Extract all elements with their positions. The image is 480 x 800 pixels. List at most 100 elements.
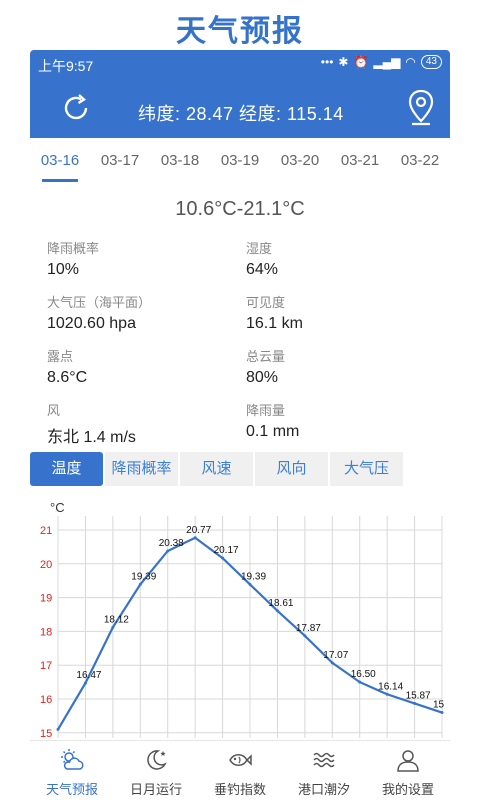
detail-visibility: 可见度 16.1 km <box>246 292 446 333</box>
nav-label: 垂钓指数 <box>213 782 266 797</box>
detail-label: 总云量 <box>246 349 286 364</box>
y-tick-label: 15 <box>40 728 52 738</box>
tab-date-7[interactable]: 03-22 <box>390 138 450 184</box>
detail-dew-point: 露点 8.6°C <box>47 346 247 387</box>
nav-settings[interactable]: 我的设置 <box>366 741 450 800</box>
nav-label: 天气预报 <box>45 782 98 797</box>
moon-icon <box>147 750 167 770</box>
tab-date-6[interactable]: 03-21 <box>330 138 390 184</box>
status-icons: ••• ✱ ⏰ ▂▄▆ ◠ 43 <box>321 55 442 69</box>
status-bar: 上午9:57 ••• ✱ ⏰ ▂▄▆ ◠ 43 <box>30 50 450 76</box>
y-axis-unit: °C <box>50 500 65 515</box>
wifi-icon: ◠ <box>405 55 416 69</box>
data-point <box>413 701 417 705</box>
tab-date-2[interactable]: 03-17 <box>90 138 150 184</box>
y-tick-label: 17 <box>40 660 52 672</box>
nav-fishing[interactable]: 垂钓指数 <box>198 741 282 800</box>
nav-label: 日月运行 <box>129 782 182 797</box>
data-point <box>385 692 389 696</box>
detail-cloud-cover: 总云量 80% <box>246 346 446 387</box>
tab-date-5[interactable]: 03-20 <box>270 138 330 184</box>
data-point <box>221 556 225 560</box>
data-point <box>111 625 115 629</box>
tab-date-1[interactable]: 03-16 <box>30 138 90 184</box>
fish-icon <box>229 754 252 766</box>
data-label: 16.14 <box>378 681 403 692</box>
tab-date-3[interactable]: 03-18 <box>150 138 210 184</box>
nav-sun-moon[interactable]: 日月运行 <box>114 741 198 800</box>
detail-value: 0.1 mm <box>246 423 300 440</box>
data-label: 17.07 <box>323 650 348 661</box>
y-tick-label: 16 <box>40 694 52 706</box>
tab-wind-direction[interactable]: 风向 <box>255 452 328 486</box>
data-label: 20.38 <box>159 538 184 549</box>
data-point <box>166 549 170 553</box>
nav-label: 我的设置 <box>381 782 434 797</box>
data-point <box>330 661 334 665</box>
y-tick-label: 19 <box>40 593 52 605</box>
data-point <box>440 711 444 715</box>
waves-icon <box>313 752 335 768</box>
data-point <box>138 582 142 586</box>
detail-value: 64% <box>246 261 279 278</box>
detail-value: 16.1 km <box>246 315 303 332</box>
detail-value: 8.6°C <box>47 369 88 386</box>
data-label: 20.17 <box>214 545 239 556</box>
tab-pressure[interactable]: 大气压 <box>330 452 403 486</box>
detail-label: 露点 <box>47 349 74 364</box>
detail-wind: 风 东北 1.4 m/s <box>47 400 247 447</box>
data-point <box>193 536 197 540</box>
data-point <box>358 680 362 684</box>
detail-value: 1020.60 hpa <box>47 315 136 332</box>
detail-label: 降雨量 <box>246 403 286 418</box>
tab-temperature[interactable]: 温度 <box>30 452 103 486</box>
y-tick-label: 20 <box>40 559 52 571</box>
tab-rain-probability[interactable]: 降雨概率 <box>105 452 178 486</box>
detail-label: 湿度 <box>246 241 273 256</box>
app-screen: 上午9:57 ••• ✱ ⏰ ▂▄▆ ◠ 43 纬度: 28.47 经度: 11… <box>30 50 450 800</box>
metric-tabs: 温度 降雨概率 风速 风向 大气压 <box>30 452 450 486</box>
data-point <box>83 681 87 685</box>
alarm-icon: ⏰ <box>353 55 369 69</box>
data-label: 16.50 <box>351 669 376 680</box>
data-point <box>275 609 279 613</box>
user-icon <box>397 750 419 772</box>
y-tick-label: 18 <box>40 626 52 638</box>
coordinates-display: 纬度: 28.47 经度: 115.14 <box>138 104 344 124</box>
weather-icon <box>61 749 84 770</box>
date-tabs: 03-16 03-17 03-18 03-19 03-20 03-21 03-2… <box>30 138 450 184</box>
nav-label: 港口潮汐 <box>297 782 350 797</box>
page-title: 天气预报 <box>176 15 304 48</box>
detail-label: 降雨概率 <box>47 241 100 256</box>
data-label: 20.77 <box>186 525 211 536</box>
detail-pressure: 大气压（海平面） 1020.60 hpa <box>47 292 247 333</box>
refresh-icon[interactable] <box>60 92 92 124</box>
y-tick-label: 21 <box>40 525 52 537</box>
detail-label: 风 <box>47 403 61 418</box>
temperature-range: 10.6°C-21.1°C <box>175 198 305 220</box>
detail-rainfall: 降雨量 0.1 mm <box>246 400 446 441</box>
location-pin-icon[interactable] <box>406 88 436 126</box>
tab-wind-speed[interactable]: 风速 <box>180 452 253 486</box>
nav-tide[interactable]: 港口潮汐 <box>282 741 366 800</box>
bottom-nav: 天气预报 日月运行 垂钓指数 港口潮汐 我的设置 <box>30 740 450 800</box>
detail-value: 10% <box>47 261 80 278</box>
data-label: 18.12 <box>104 614 129 625</box>
data-point <box>248 582 252 586</box>
detail-humidity: 湿度 64% <box>246 238 446 279</box>
battery-icon: 43 <box>420 55 442 69</box>
detail-label: 大气压（海平面） <box>47 295 152 310</box>
detail-rain-probability: 降雨概率 10% <box>47 238 247 279</box>
detail-value: 80% <box>246 369 279 386</box>
detail-value: 东北 1.4 m/s <box>47 429 136 446</box>
data-label: 18.61 <box>268 598 293 609</box>
status-time: 上午9:57 <box>38 58 94 74</box>
data-label: 15.87 <box>406 690 431 701</box>
nav-weather[interactable]: 天气预报 <box>30 741 114 800</box>
data-point <box>303 634 307 638</box>
data-label: 17.87 <box>296 623 321 634</box>
signal-icon: ▂▄▆ <box>373 55 401 69</box>
data-label: 16.47 <box>76 670 101 681</box>
more-dots-icon: ••• <box>320 55 334 69</box>
tab-date-4[interactable]: 03-19 <box>210 138 270 184</box>
